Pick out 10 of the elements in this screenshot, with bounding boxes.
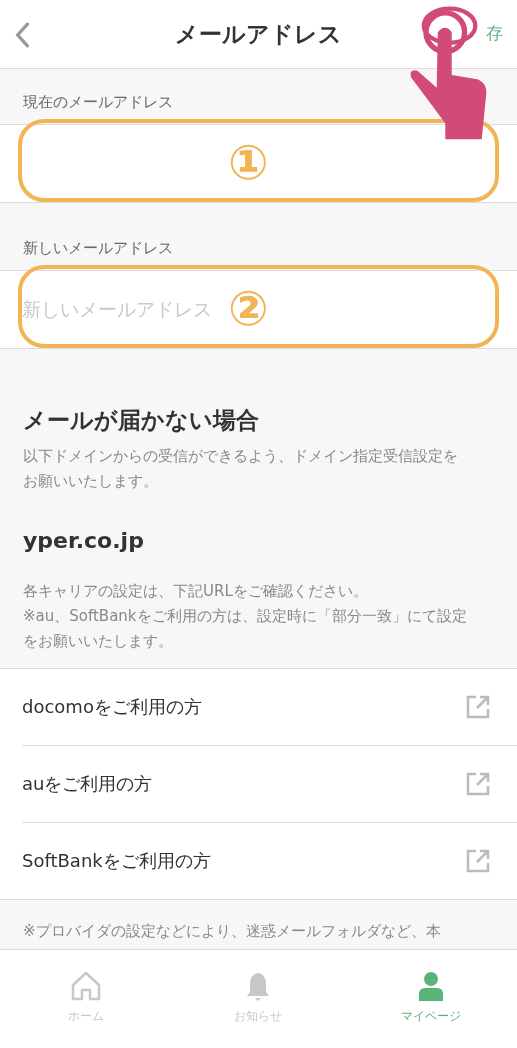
field-label: 新しいメールアドレス [23,239,173,258]
field-label: 現在のメールアドレス [23,93,173,112]
provider-note: ※プロバイダの設定などにより、迷惑メールフォルダなど、本 [23,922,441,940]
instruction-text: 以下ドメインからの受信ができるよう、ドメイン指定受信設定をお願いいたします。 [23,446,459,492]
step-number: ② [228,279,269,337]
page-title: メールアドレス [175,19,342,49]
section-heading: メールが届かない場合 [23,406,260,435]
domain-text: yper.co.jp [23,528,145,553]
carrier-note: 各キャリアの設定は、下記URLをご確認ください。 ※au、SoftBankをご利用の方は、設定時に「部分一致」にて設定をお願いいたします。 [23,581,467,652]
step-number: ① [228,133,269,191]
